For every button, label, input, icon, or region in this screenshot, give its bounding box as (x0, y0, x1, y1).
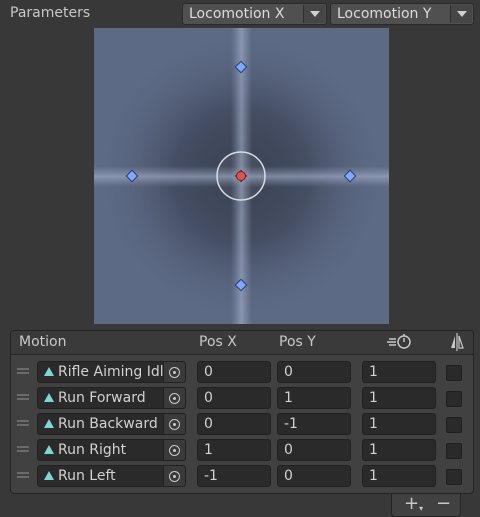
preview-position-dot[interactable] (236, 171, 246, 181)
mirror-checkbox[interactable] (446, 391, 462, 407)
pos-x-input[interactable]: 0 (197, 413, 271, 435)
table-row: Run Left -1 0 1 (11, 463, 473, 489)
motion-table: Motion Pos X Pos Y Rifle Aiming Idle 0 0… (10, 330, 474, 494)
table-row: Run Backward 0 -1 1 (11, 411, 473, 437)
mirror-checkbox[interactable] (446, 469, 462, 485)
target-icon (169, 444, 180, 456)
motion-name: Run Backward (58, 416, 158, 432)
target-icon (169, 418, 180, 430)
drag-handle[interactable] (17, 472, 29, 478)
motion-field[interactable]: Run Right (37, 439, 186, 461)
motion-name: Run Forward (58, 390, 146, 406)
object-picker-button[interactable] (163, 414, 185, 434)
table-header: Motion Pos X Pos Y (11, 331, 473, 355)
motion-name: Run Right (58, 442, 127, 458)
add-label: + (404, 493, 420, 514)
blend-space-graph[interactable] (94, 28, 389, 324)
motion-field[interactable]: Run Left (37, 465, 186, 487)
drag-handle[interactable] (17, 420, 29, 426)
animation-clip-icon (44, 445, 54, 454)
pos-x-input[interactable]: 0 (197, 361, 271, 383)
mirror-checkbox[interactable] (446, 365, 462, 381)
target-icon (169, 366, 180, 378)
param-x-dropdown[interactable]: Locomotion X (182, 3, 327, 25)
speed-input[interactable]: 1 (362, 413, 436, 435)
speed-input[interactable]: 1 (362, 439, 436, 461)
animation-clip-icon (44, 419, 54, 428)
speed-input[interactable]: 1 (362, 361, 436, 383)
pos-y-input[interactable]: 0 (277, 465, 351, 487)
motion-field[interactable]: Rifle Aiming Idle (37, 361, 186, 383)
mirror-icon (449, 333, 465, 355)
remove-motion-button[interactable]: − (436, 495, 451, 513)
add-motion-button[interactable]: +▾ (404, 495, 423, 516)
animation-clip-icon (44, 471, 54, 480)
chevron-down-icon (303, 5, 325, 23)
pos-y-input[interactable]: 0 (277, 439, 351, 461)
chevron-down-icon: ▾ (419, 504, 424, 513)
param-y-dropdown[interactable]: Locomotion Y (330, 3, 474, 25)
animation-clip-icon (44, 393, 54, 402)
drag-handle[interactable] (17, 446, 29, 452)
pos-y-header: Pos Y (279, 334, 316, 350)
animation-clip-icon (44, 367, 54, 376)
target-icon (169, 470, 180, 482)
object-picker-button[interactable] (163, 388, 185, 408)
object-picker-button[interactable] (163, 440, 185, 460)
motion-name: Run Left (58, 468, 116, 484)
pos-y-input[interactable]: 0 (277, 361, 351, 383)
speed-clock-icon (387, 333, 413, 355)
drag-handle[interactable] (17, 394, 29, 400)
pos-x-input[interactable]: 1 (197, 439, 271, 461)
speed-input[interactable]: 1 (362, 465, 436, 487)
param-y-value: Locomotion Y (337, 6, 432, 22)
blend-space-canvas[interactable] (94, 28, 389, 324)
speed-input[interactable]: 1 (362, 387, 436, 409)
pos-x-input[interactable]: -1 (197, 465, 271, 487)
table-row: Run Forward 0 1 1 (11, 385, 473, 411)
table-row: Rifle Aiming Idle 0 0 1 (11, 359, 473, 385)
param-x-value: Locomotion X (189, 6, 285, 22)
motion-header: Motion (19, 334, 67, 350)
drag-handle[interactable] (17, 368, 29, 374)
mirror-checkbox[interactable] (446, 417, 462, 433)
pos-x-header: Pos X (199, 334, 237, 350)
pos-x-input[interactable]: 0 (197, 387, 271, 409)
table-row: Run Right 1 0 1 (11, 437, 473, 463)
target-icon (169, 392, 180, 404)
pos-y-input[interactable]: 1 (277, 387, 351, 409)
list-footer: +▾ − (391, 494, 461, 517)
motion-field[interactable]: Run Forward (37, 387, 186, 409)
mirror-checkbox[interactable] (446, 443, 462, 459)
object-picker-button[interactable] (163, 362, 185, 382)
motion-field[interactable]: Run Backward (37, 413, 186, 435)
motion-name: Rifle Aiming Idle (58, 364, 173, 380)
pos-y-input[interactable]: -1 (277, 413, 351, 435)
chevron-down-icon (450, 5, 472, 23)
object-picker-button[interactable] (163, 466, 185, 486)
parameters-label: Parameters (10, 5, 91, 21)
